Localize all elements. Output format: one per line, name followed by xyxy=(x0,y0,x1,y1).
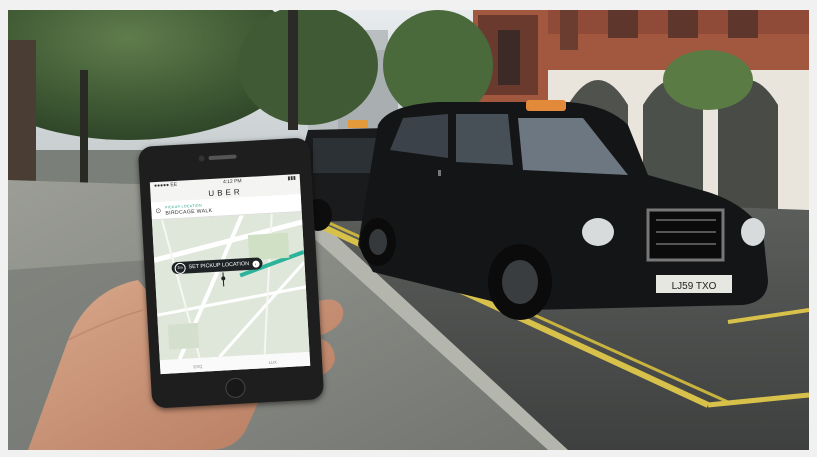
phone-screen: ●●●●● EE 4:12 PM ▮▮▮ UBER ⊙ PICKUP LOCAT… xyxy=(149,174,311,375)
number-plate: LJ59 TXO xyxy=(672,281,717,292)
front-camera xyxy=(198,155,205,162)
battery-icon: ▮▮▮ xyxy=(287,175,296,182)
home-button xyxy=(224,377,246,399)
tab-esq[interactable]: ESQ xyxy=(193,363,202,368)
location-pin-icon: ⊙ xyxy=(155,207,162,215)
eta-badge: 2m xyxy=(174,262,186,274)
carrier-text: ●●●●● EE xyxy=(153,181,178,190)
street-scene: LJ59 TXO xyxy=(8,10,809,450)
photo-frame: LJ59 TXO ●●●●● EE 4:12 PM ▮▮▮ UBER ⊙ PIC… xyxy=(8,10,809,450)
chevron-right-icon: › xyxy=(251,259,260,268)
earpiece xyxy=(208,154,237,161)
map-graphic xyxy=(151,211,310,361)
map-view[interactable]: 2m SET PICKUP LOCATION › xyxy=(151,211,310,361)
smartphone: ●●●●● EE 4:12 PM ▮▮▮ UBER ⊙ PICKUP LOCAT… xyxy=(137,137,325,409)
pickup-place: BIRDCAGE WALK xyxy=(165,207,213,217)
set-pickup-label: SET PICKUP LOCATION xyxy=(188,260,250,271)
tab-lux[interactable]: LUX xyxy=(268,359,276,364)
